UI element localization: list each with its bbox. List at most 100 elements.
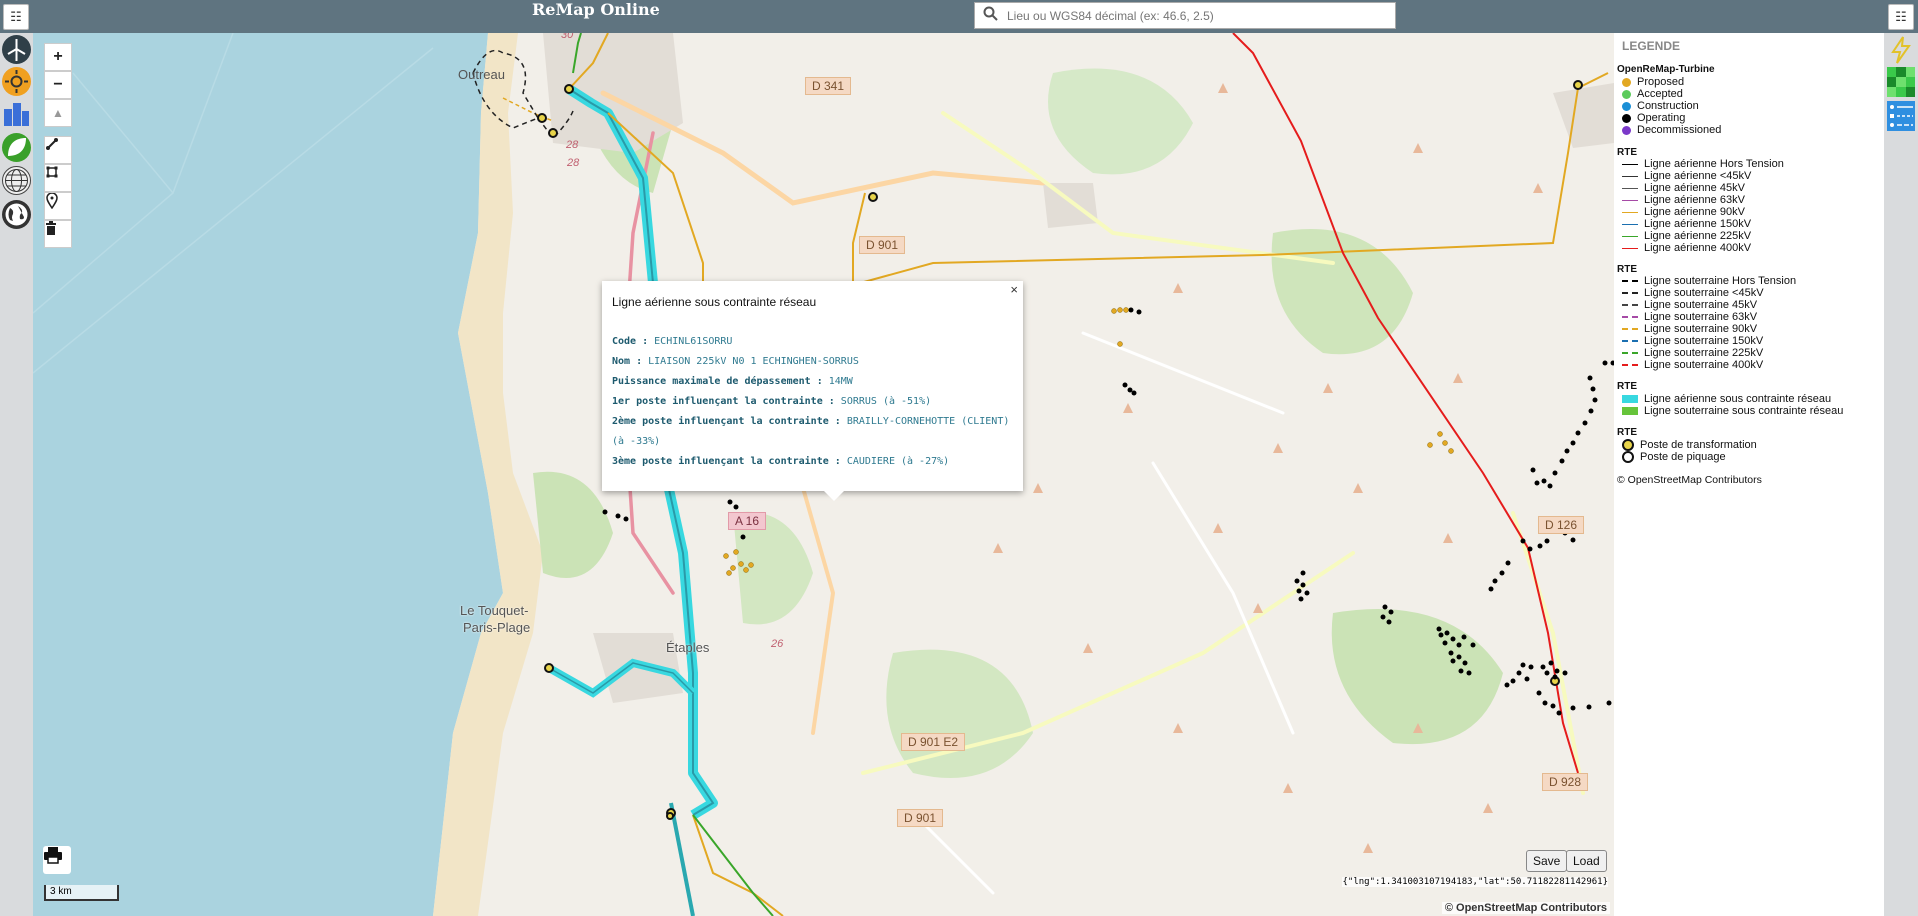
legend-panel: LEGENDE OpenReMap-Turbine Proposed Accep… — [1614, 33, 1884, 916]
right-menu-button[interactable]: ☷ — [1888, 4, 1914, 30]
legend-item: Construction — [1622, 100, 1699, 112]
legend-item: Ligne aérienne 45kV — [1622, 182, 1745, 194]
popup-row-code: Code : ECHINL61SORRU — [612, 336, 733, 347]
legend-item: Ligne aérienne 150kV — [1622, 218, 1751, 230]
legend-title: LEGENDE — [1622, 39, 1681, 53]
legend-swatch — [1622, 304, 1638, 306]
legend-swatch — [1622, 187, 1638, 189]
globe-grid-icon[interactable] — [2, 166, 31, 195]
legend-swatch — [1622, 175, 1638, 177]
legend-item: Ligne souterraine sous contrainte réseau — [1622, 405, 1843, 417]
legend-item: Poste de piquage — [1622, 451, 1726, 463]
legend-item: Ligne aérienne sous contrainte réseau — [1622, 393, 1831, 405]
scale-bar: 3 km — [44, 885, 119, 901]
road-number-label: 28 — [567, 157, 580, 169]
lightning-icon[interactable] — [1887, 35, 1915, 65]
legend-item: Ligne souterraine 90kV — [1622, 323, 1757, 335]
legend-swatch — [1622, 77, 1631, 87]
popup-title: Ligne aérienne sous contrainte réseau — [612, 295, 817, 309]
buildings-icon[interactable] — [2, 99, 31, 128]
legend-item: Proposed — [1622, 76, 1684, 88]
place-label: Paris-Plage — [463, 620, 531, 635]
popup-close-button[interactable]: × — [1010, 282, 1018, 297]
legend-heading-rte-posts: RTE — [1617, 427, 1637, 438]
search-input[interactable] — [1005, 7, 1395, 24]
legend-heading-turbine: OpenReMap-Turbine — [1617, 64, 1715, 75]
menu-icon: ☷ — [10, 9, 22, 24]
legend-item: Ligne aérienne 90kV — [1622, 206, 1745, 218]
road-shield: D 928 — [1542, 773, 1589, 791]
load-button[interactable]: Load — [1566, 850, 1607, 872]
printer-icon — [44, 847, 62, 864]
legend-swatch — [1622, 340, 1638, 342]
map-attribution: © OpenStreetMap Contributors — [1441, 902, 1610, 914]
legend-swatch — [1622, 125, 1631, 135]
legend-swatch — [1622, 113, 1631, 123]
cursor-coordinates: {"lng":1.341003107194183,"lat":50.711822… — [1342, 877, 1608, 887]
road-shield: D 901 E2 — [901, 733, 966, 751]
place-label: Le Touquet- — [460, 603, 529, 618]
legend-item: Ligne aérienne 63kV — [1622, 194, 1745, 206]
road-number-label: 26 — [771, 638, 784, 650]
place-label: Étaples — [666, 640, 710, 655]
draw-polygon-button[interactable] — [44, 164, 72, 192]
search-bar[interactable] — [974, 2, 1396, 29]
zoom-in-button[interactable]: + — [44, 43, 72, 71]
road-shield: D 901 — [897, 809, 944, 827]
road-shield: D 901 — [859, 236, 906, 254]
popup-row-post1: 1er poste influençant la contrainte : SO… — [612, 396, 932, 407]
legend-heading-rte-aerial: RTE — [1617, 147, 1637, 158]
search-icon — [975, 6, 1005, 25]
legend-swatch — [1622, 292, 1638, 294]
heatmap-grid-icon[interactable] — [1887, 67, 1915, 97]
draw-marker-button[interactable] — [44, 192, 72, 220]
reset-north-button[interactable]: ▲ — [44, 99, 72, 127]
road-number-label: 28 — [566, 139, 579, 151]
legend-item: Ligne souterraine <45kV — [1622, 287, 1764, 299]
trash-icon — [46, 221, 56, 235]
legend-item: Ligne souterraine 225kV — [1622, 347, 1763, 359]
sun-icon[interactable] — [2, 67, 31, 96]
road-shield: D 126 — [1538, 516, 1585, 534]
popup-row-post3: 3ème poste influençant la contrainte : C… — [612, 456, 950, 467]
map-view[interactable]: Outreau 30 28 28 Le Touquet- Paris-Plage… — [33, 33, 1614, 916]
road-shield: D 341 — [805, 77, 852, 95]
legend-swatch — [1622, 395, 1638, 403]
leaf-icon[interactable] — [2, 133, 31, 162]
legend-item: Poste de transformation — [1622, 439, 1757, 451]
legend-swatch — [1622, 316, 1638, 318]
marker-icon — [46, 193, 58, 209]
legend-item: Ligne souterraine 63kV — [1622, 311, 1757, 323]
popup-row-post2: 2ème poste influençant la contrainte : B… — [612, 416, 1010, 447]
earth-icon[interactable] — [2, 200, 31, 229]
draw-line-icon — [46, 138, 58, 150]
legend-item: Ligne souterraine 400kV — [1622, 359, 1763, 371]
legend-item: Ligne aérienne 400kV — [1622, 242, 1751, 254]
left-menu-button[interactable]: ☷ — [3, 4, 29, 30]
wind-turbine-icon[interactable] — [2, 35, 31, 64]
legend-swatch — [1622, 451, 1634, 463]
draw-polygon-icon — [46, 166, 58, 178]
delete-button[interactable] — [44, 220, 72, 248]
legend-swatch — [1622, 235, 1638, 237]
legend-item: Ligne souterraine Hors Tension — [1622, 275, 1796, 287]
legend-item: Ligne aérienne Hors Tension — [1622, 158, 1784, 170]
legend-swatch — [1622, 352, 1638, 354]
feature-popup: × Ligne aérienne sous contrainte réseau … — [602, 281, 1023, 501]
zoom-out-button[interactable]: − — [44, 71, 72, 99]
save-button[interactable]: Save — [1526, 850, 1568, 872]
line-legend-icon[interactable] — [1887, 101, 1915, 131]
place-label: Outreau — [458, 67, 505, 82]
road-shield: A 16 — [728, 512, 767, 530]
app-title: ReMap Online — [532, 0, 660, 19]
road-number-label: 30 — [561, 33, 574, 41]
draw-line-button[interactable] — [44, 136, 72, 164]
legend-swatch — [1622, 247, 1638, 249]
popup-row-name: Nom : LIAISON 225kV N0 1 ECHINGHEN-SORRU… — [612, 356, 859, 367]
legend-item: Operating — [1622, 112, 1685, 124]
legend-item: Ligne aérienne <45kV — [1622, 170, 1751, 182]
legend-swatch — [1622, 163, 1638, 165]
legend-item: Accepted — [1622, 88, 1683, 100]
print-button[interactable] — [43, 846, 71, 874]
legend-swatch — [1622, 223, 1638, 225]
